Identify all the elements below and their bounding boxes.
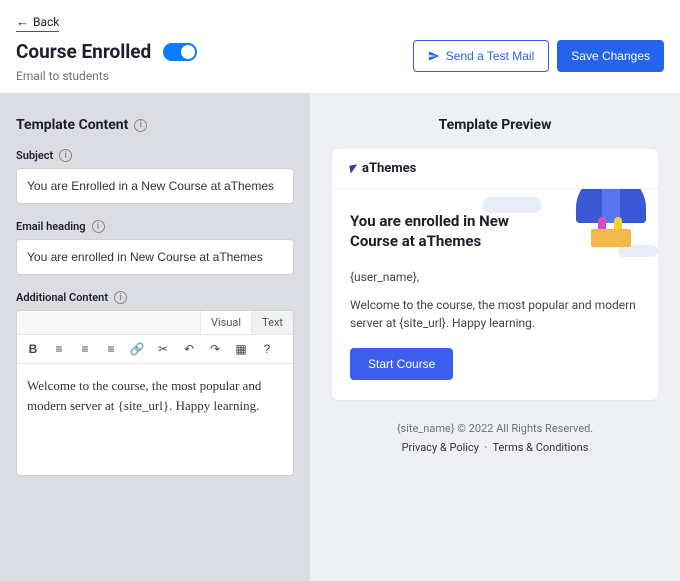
preview-card: aThemes You are enrolled in New Course a…	[332, 149, 658, 400]
link-icon[interactable]: 🔗	[129, 341, 145, 357]
preview-title: Template Preview	[332, 117, 658, 133]
subject-label: Subject	[16, 149, 53, 162]
page-subtitle: Email to students	[16, 69, 197, 83]
enable-toggle[interactable]	[163, 43, 197, 61]
redo-icon[interactable]: ↷	[207, 341, 223, 357]
page-title: Course Enrolled	[16, 40, 151, 63]
subject-input[interactable]	[16, 168, 294, 204]
align-right-icon[interactable]: ≡	[103, 341, 119, 357]
template-preview-panel: Template Preview aThemes You are enrolle…	[310, 93, 680, 581]
unlink-icon[interactable]: ✂	[155, 341, 171, 357]
info-icon[interactable]: i	[134, 119, 147, 132]
save-button[interactable]: Save Changes	[557, 40, 664, 72]
tab-visual[interactable]: Visual	[200, 311, 251, 334]
info-icon[interactable]: i	[114, 291, 127, 304]
align-center-icon[interactable]: ≡	[77, 341, 93, 357]
template-content-title: Template Content	[16, 117, 128, 133]
back-link[interactable]: ← Back	[16, 14, 59, 32]
send-test-button[interactable]: Send a Test Mail	[413, 40, 550, 72]
brand-icon	[349, 164, 358, 173]
help-icon[interactable]: ?	[259, 341, 275, 357]
undo-icon[interactable]: ↶	[181, 341, 197, 357]
editor-toolbar: B ≡ ≡ ≡ 🔗 ✂ ↶ ↷ ▦ ?	[17, 335, 293, 364]
additional-content-label: Additional Content	[16, 291, 108, 304]
email-heading-label: Email heading	[16, 220, 86, 233]
footer-copyright: {site_name} © 2022 All Rights Reserved.	[332, 422, 658, 435]
balloon-illustration	[556, 189, 646, 268]
bold-icon[interactable]: B	[25, 341, 41, 357]
tab-text[interactable]: Text	[251, 311, 293, 334]
info-icon[interactable]: i	[59, 149, 72, 162]
back-label: Back	[33, 15, 59, 29]
align-left-icon[interactable]: ≡	[51, 341, 67, 357]
email-heading-input[interactable]	[16, 239, 294, 275]
terms-link[interactable]: Terms & Conditions	[492, 441, 588, 454]
brand-name: aThemes	[362, 161, 416, 176]
rich-editor: Visual Text B ≡ ≡ ≡ 🔗 ✂ ↶ ↷ ▦ ? Welcome …	[16, 310, 294, 476]
preview-body-text: Welcome to the course, the most popular …	[350, 296, 640, 332]
template-content-panel: Template Content i Subject i Email headi…	[0, 93, 310, 581]
info-icon[interactable]: i	[92, 220, 105, 233]
paper-plane-icon	[428, 50, 440, 62]
preview-greeting: {user_name},	[350, 268, 640, 286]
hero-title: You are enrolled in New Course at aTheme…	[350, 211, 510, 252]
editor-body[interactable]: Welcome to the course, the most popular …	[17, 364, 293, 475]
arrow-left-icon: ←	[16, 14, 29, 30]
start-course-button[interactable]: Start Course	[350, 348, 453, 380]
cloud-shape	[482, 197, 542, 213]
grid-icon[interactable]: ▦	[233, 341, 249, 357]
privacy-link[interactable]: Privacy & Policy	[402, 441, 479, 454]
